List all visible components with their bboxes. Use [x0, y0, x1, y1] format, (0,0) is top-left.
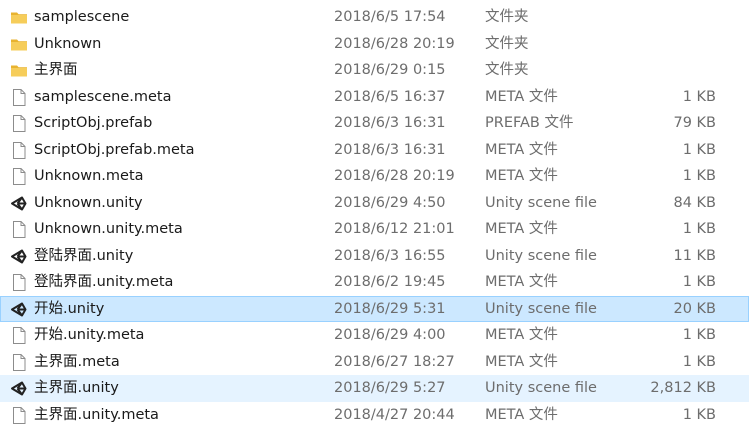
- file-size: 11 KB: [673, 247, 716, 264]
- file-date-modified: 2018/6/28 20:19: [334, 168, 455, 184]
- file-size: 84 KB: [673, 194, 716, 211]
- file-row[interactable]: Unknown.unity 2018/6/29 4:50 Unity scene f…: [0, 190, 749, 217]
- file-size: 1 KB: [682, 353, 716, 370]
- file-size: 1 KB: [682, 221, 716, 237]
- file-type: META 文件: [485, 88, 558, 105]
- file-date-modified: 2018/6/27 18:27: [334, 353, 455, 370]
- file-type: META 文件: [485, 168, 558, 184]
- file-row[interactable]: 登陆界面.unity.meta 2018/6/2 19:45 META 文件 1 KB: [0, 269, 749, 296]
- file-name: 主界面: [34, 62, 78, 78]
- file-name: samplescene: [34, 9, 130, 25]
- file-name: 开始.unity.meta: [34, 327, 145, 343]
- file-icon: [10, 273, 28, 292]
- file-row[interactable]: 主界面 2018/6/29 0:15 文件夹: [0, 57, 749, 84]
- file-date-modified: 2018/6/3 16:31: [334, 115, 446, 131]
- file-row[interactable]: 主界面.unity 2018/6/29 5:27 Unity scene file 2…: [0, 375, 749, 402]
- file-name: Unknown.meta: [34, 168, 144, 184]
- file-type: Unity scene file: [485, 194, 597, 211]
- file-type: Unity scene file: [485, 380, 597, 396]
- file-date-modified: 2018/6/5 16:37: [334, 88, 446, 105]
- file-name: 主界面.unity: [34, 380, 119, 396]
- file-date-modified: 2018/6/28 20:19: [334, 35, 455, 52]
- file-type: PREFAB 文件: [485, 115, 574, 131]
- file-size: 1 KB: [682, 88, 716, 105]
- file-name: 开始.unity: [34, 300, 105, 317]
- file-name: Unknown.unity.meta: [34, 221, 183, 237]
- file-name: 登陆界面.unity.meta: [34, 274, 174, 290]
- file-row[interactable]: 主界面.unity.meta 2018/4/27 20:44 META 文件 1 KB: [0, 402, 749, 428]
- unity-icon: [10, 194, 28, 213]
- unity-icon: [10, 247, 28, 266]
- file-size: 1 KB: [682, 168, 716, 184]
- file-row[interactable]: samplescene 2018/6/5 17:54 文件夹: [0, 4, 749, 31]
- file-name: ScriptObj.prefab: [34, 115, 153, 131]
- file-icon: [10, 167, 28, 186]
- file-date-modified: 2018/6/2 19:45: [334, 274, 446, 290]
- file-name: 登陆界面.unity: [34, 247, 134, 264]
- file-size: 20 KB: [673, 300, 716, 317]
- file-type: META 文件: [485, 353, 558, 370]
- file-date-modified: 2018/6/29 4:00: [334, 327, 446, 343]
- file-icon: [10, 353, 28, 372]
- file-row[interactable]: 开始.unity.meta 2018/6/29 4:00 META 文件 1 KB: [0, 322, 749, 349]
- file-type: 文件夹: [485, 35, 529, 52]
- file-date-modified: 2018/6/29 5:27: [334, 380, 446, 396]
- file-row[interactable]: Unknown 2018/6/28 20:19 文件夹: [0, 31, 749, 58]
- file-icon: [10, 114, 28, 133]
- file-type: META 文件: [485, 327, 558, 343]
- file-row[interactable]: Unknown.meta 2018/6/28 20:19 META 文件 1 KB: [0, 163, 749, 190]
- unity-icon: [10, 300, 28, 319]
- file-date-modified: 2018/6/3 16:55: [334, 247, 446, 264]
- file-icon: [10, 326, 28, 345]
- file-type: META 文件: [485, 406, 558, 423]
- file-date-modified: 2018/6/29 5:31: [334, 300, 446, 317]
- file-date-modified: 2018/6/29 4:50: [334, 194, 446, 211]
- file-row[interactable]: 登陆界面.unity 2018/6/3 16:55 Unity scene file…: [0, 243, 749, 270]
- file-type: 文件夹: [485, 62, 529, 78]
- file-type: META 文件: [485, 141, 558, 158]
- file-size: 1 KB: [682, 406, 716, 423]
- folder-icon: [10, 61, 28, 80]
- file-type: Unity scene file: [485, 247, 597, 264]
- file-size: 2,812 KB: [650, 380, 716, 396]
- file-row[interactable]: ScriptObj.prefab.meta 2018/6/3 16:31 META …: [0, 137, 749, 164]
- file-type: Unity scene file: [485, 300, 597, 317]
- file-name: ScriptObj.prefab.meta: [34, 141, 195, 158]
- file-date-modified: 2018/6/5 17:54: [334, 9, 446, 25]
- folder-icon: [10, 35, 28, 54]
- file-icon: [10, 88, 28, 107]
- file-type: META 文件: [485, 274, 558, 290]
- file-list: samplescene 2018/6/5 17:54 文件夹 Unknown 2018/…: [0, 4, 749, 428]
- unity-icon: [10, 379, 28, 398]
- file-name: Unknown.unity: [34, 194, 143, 211]
- file-name: Unknown: [34, 35, 102, 52]
- file-date-modified: 2018/6/29 0:15: [334, 62, 446, 78]
- file-row[interactable]: 开始.unity 2018/6/29 5:31 Unity scene file 20…: [0, 295, 749, 322]
- file-name: 主界面.unity.meta: [34, 406, 159, 423]
- file-date-modified: 2018/4/27 20:44: [334, 406, 455, 423]
- file-name: samplescene.meta: [34, 88, 172, 105]
- file-row[interactable]: samplescene.meta 2018/6/5 16:37 META 文件 1 K…: [0, 84, 749, 111]
- file-icon: [10, 141, 28, 160]
- file-date-modified: 2018/6/3 16:31: [334, 141, 446, 158]
- folder-icon: [10, 8, 28, 27]
- file-size: 1 KB: [682, 141, 716, 158]
- file-icon: [10, 406, 28, 425]
- file-type: 文件夹: [485, 9, 529, 25]
- file-name: 主界面.meta: [34, 353, 120, 370]
- file-row[interactable]: 主界面.meta 2018/6/27 18:27 META 文件 1 KB: [0, 349, 749, 376]
- file-icon: [10, 220, 28, 239]
- file-row[interactable]: Unknown.unity.meta 2018/6/12 21:01 META 文件…: [0, 216, 749, 243]
- file-size: 1 KB: [682, 327, 716, 343]
- file-type: META 文件: [485, 221, 558, 237]
- file-size: 1 KB: [682, 274, 716, 290]
- file-size: 79 KB: [673, 115, 716, 131]
- file-date-modified: 2018/6/12 21:01: [334, 221, 455, 237]
- file-row[interactable]: ScriptObj.prefab 2018/6/3 16:31 PREFAB 文件 7…: [0, 110, 749, 137]
